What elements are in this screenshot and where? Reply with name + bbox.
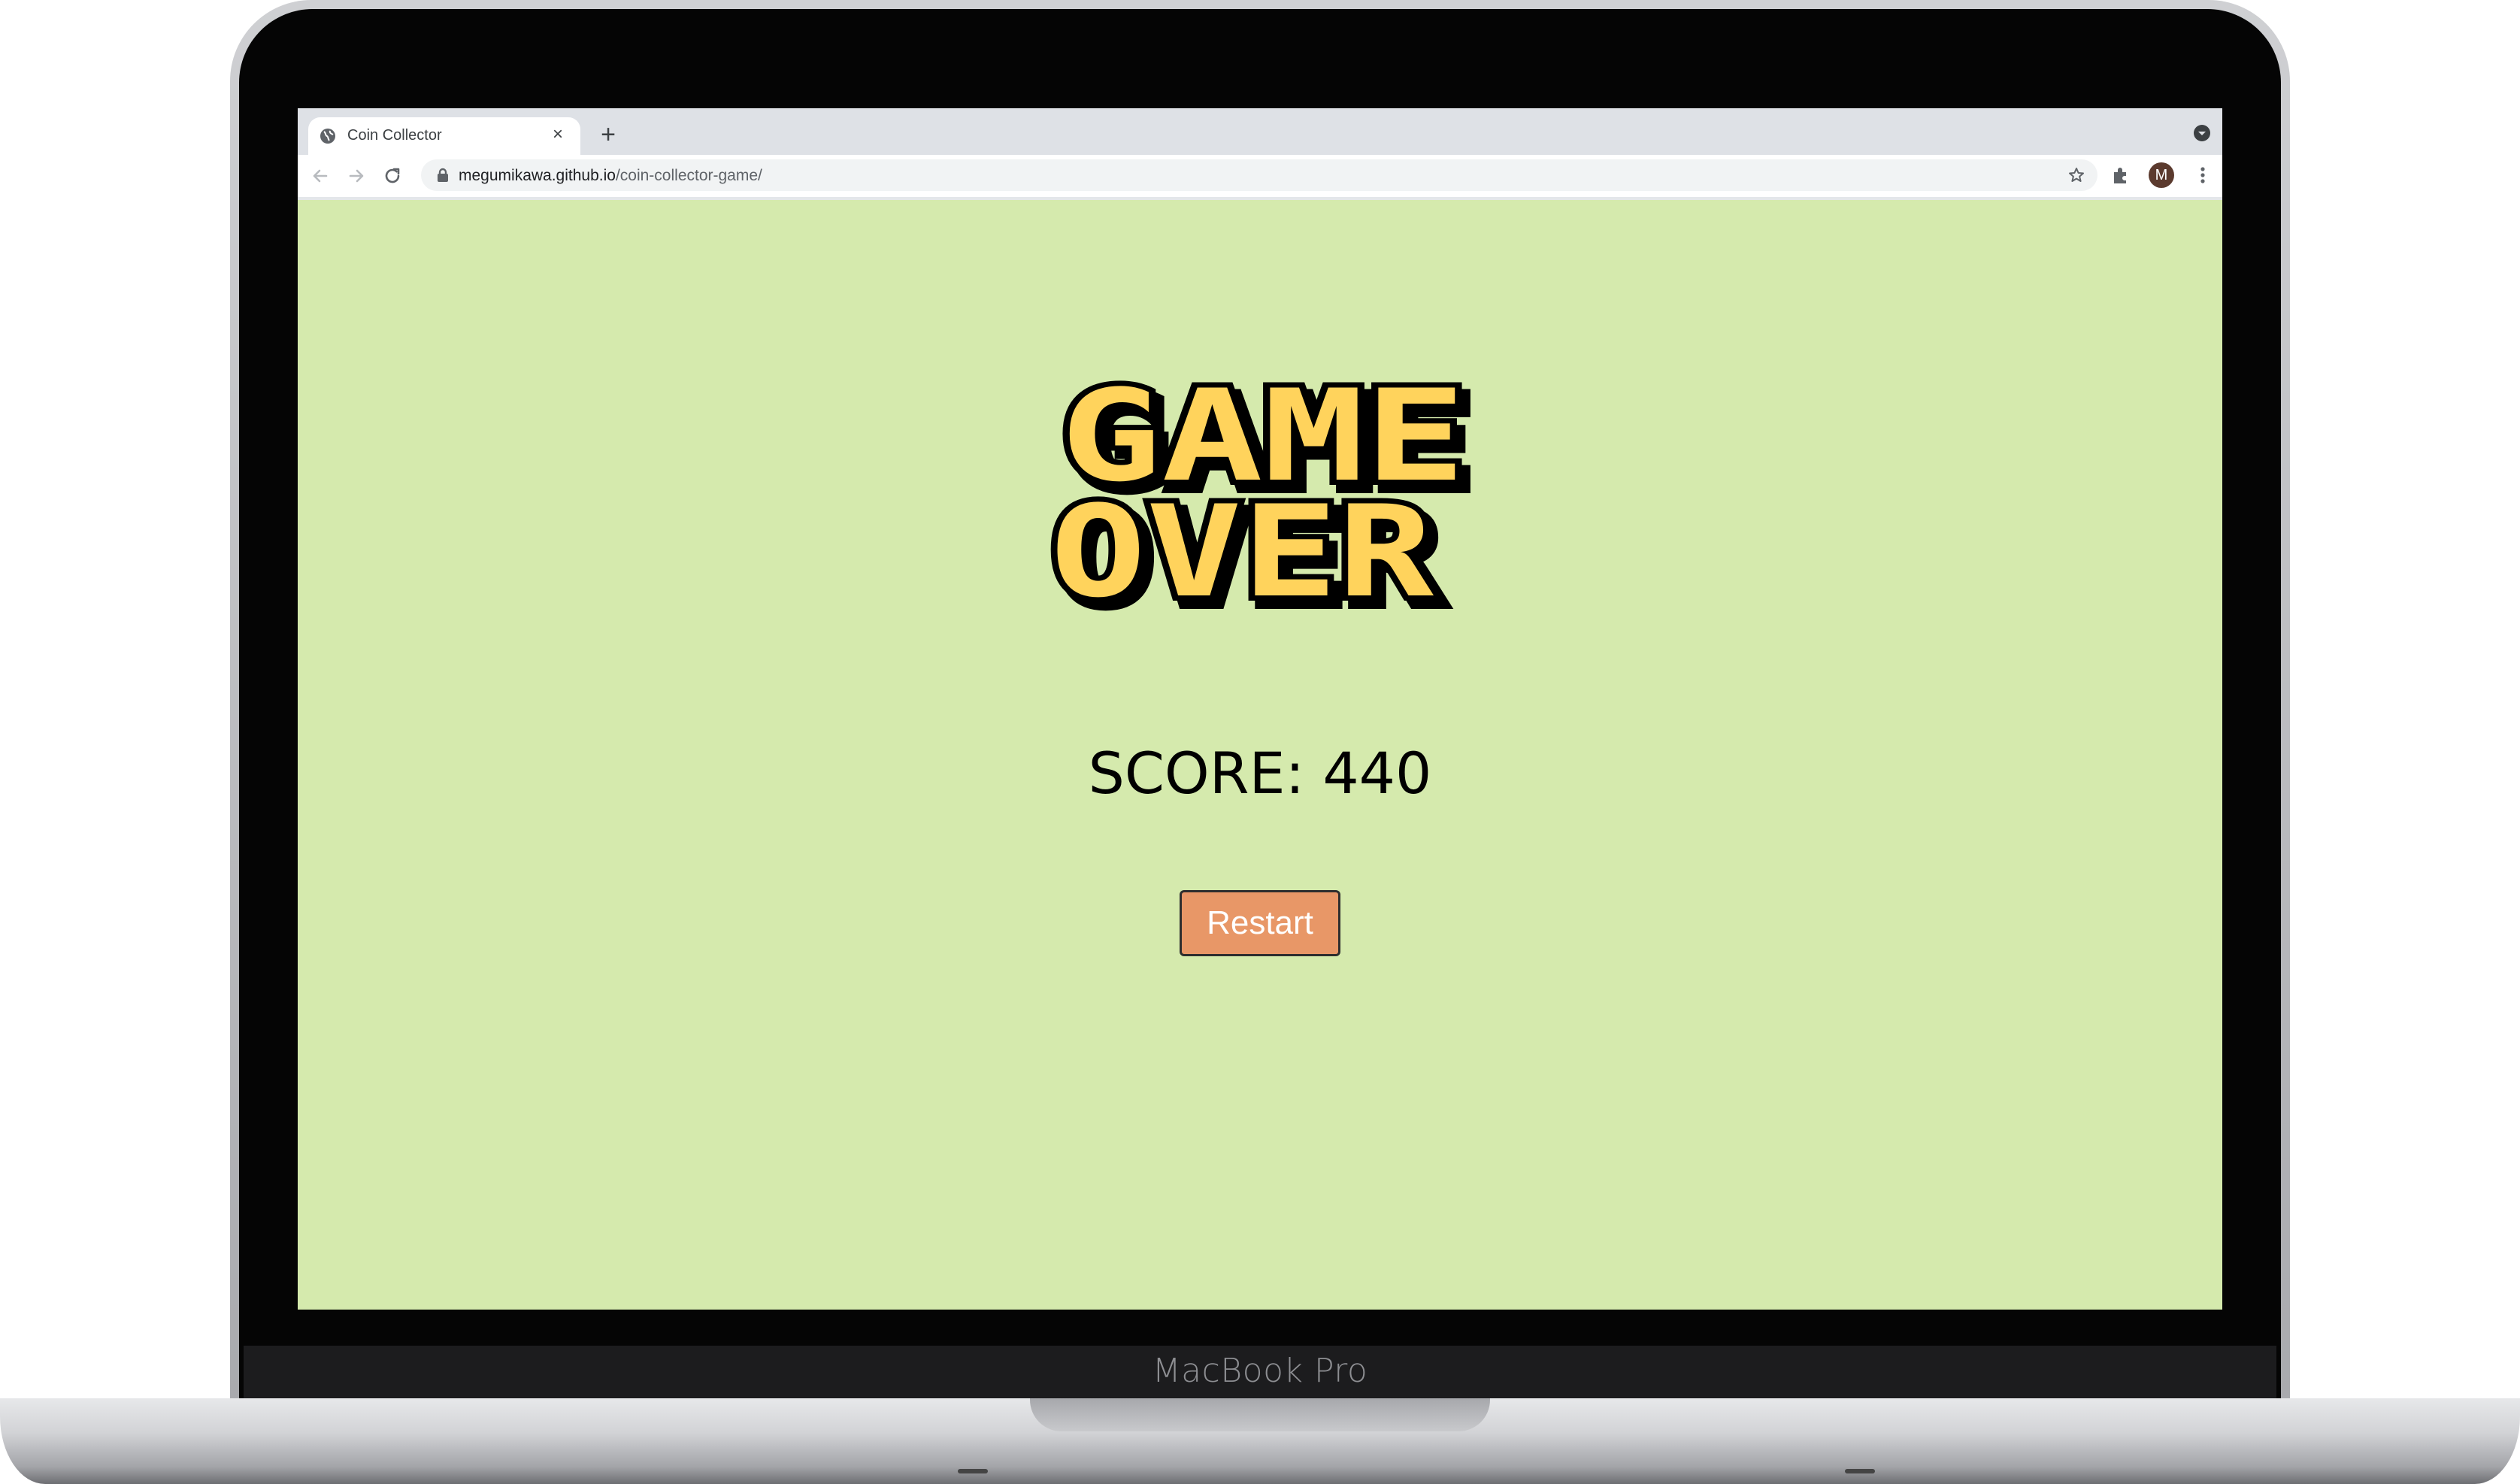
browser-window: Coin Collector × + megumikawa.github.io/… bbox=[298, 108, 2222, 1310]
game-over-title: GAME GAME GAME OVER OVER OVER bbox=[1045, 376, 1480, 616]
laptop-foot bbox=[1845, 1469, 1875, 1473]
extensions-icon[interactable] bbox=[2110, 164, 2132, 186]
address-bar[interactable]: megumikawa.github.io/coin-collector-game… bbox=[421, 159, 2097, 191]
url-path: /coin-collector-game/ bbox=[615, 167, 762, 184]
reload-icon[interactable] bbox=[380, 164, 404, 188]
laptop-mockup: MacBook Pro Coin Collector × + megumikaw… bbox=[0, 0, 2520, 1484]
browser-toolbar: megumikawa.github.io/coin-collector-game… bbox=[298, 155, 2222, 200]
score-display: SCORE: 440 bbox=[1088, 740, 1432, 807]
tab-search-icon[interactable] bbox=[2192, 123, 2212, 143]
laptop-foot bbox=[958, 1469, 988, 1473]
globe-icon bbox=[320, 129, 335, 144]
device-brand-label: MacBook Pro bbox=[1152, 1352, 1368, 1390]
title-line2: OVER bbox=[1050, 478, 1434, 616]
close-icon[interactable]: × bbox=[547, 124, 568, 145]
url-text: megumikawa.github.io/coin-collector-game… bbox=[459, 167, 762, 185]
star-icon[interactable] bbox=[2067, 166, 2085, 184]
profile-avatar[interactable]: M bbox=[2149, 162, 2174, 188]
tab-title: Coin Collector bbox=[347, 127, 442, 144]
tab-coin-collector[interactable]: Coin Collector × bbox=[308, 117, 580, 155]
lock-icon[interactable] bbox=[436, 168, 450, 183]
back-icon[interactable] bbox=[308, 164, 332, 188]
menu-icon[interactable] bbox=[2191, 163, 2215, 187]
restart-button[interactable]: Restart bbox=[1180, 890, 1340, 956]
tab-strip: Coin Collector × + bbox=[298, 108, 2222, 155]
laptop-opening-notch bbox=[1030, 1398, 1490, 1431]
url-host: megumikawa.github.io bbox=[459, 167, 616, 184]
forward-icon[interactable] bbox=[344, 164, 368, 188]
game-page: GAME GAME GAME OVER OVER OVER SCORE: 440… bbox=[298, 200, 2222, 1310]
new-tab-button[interactable]: + bbox=[595, 122, 621, 147]
